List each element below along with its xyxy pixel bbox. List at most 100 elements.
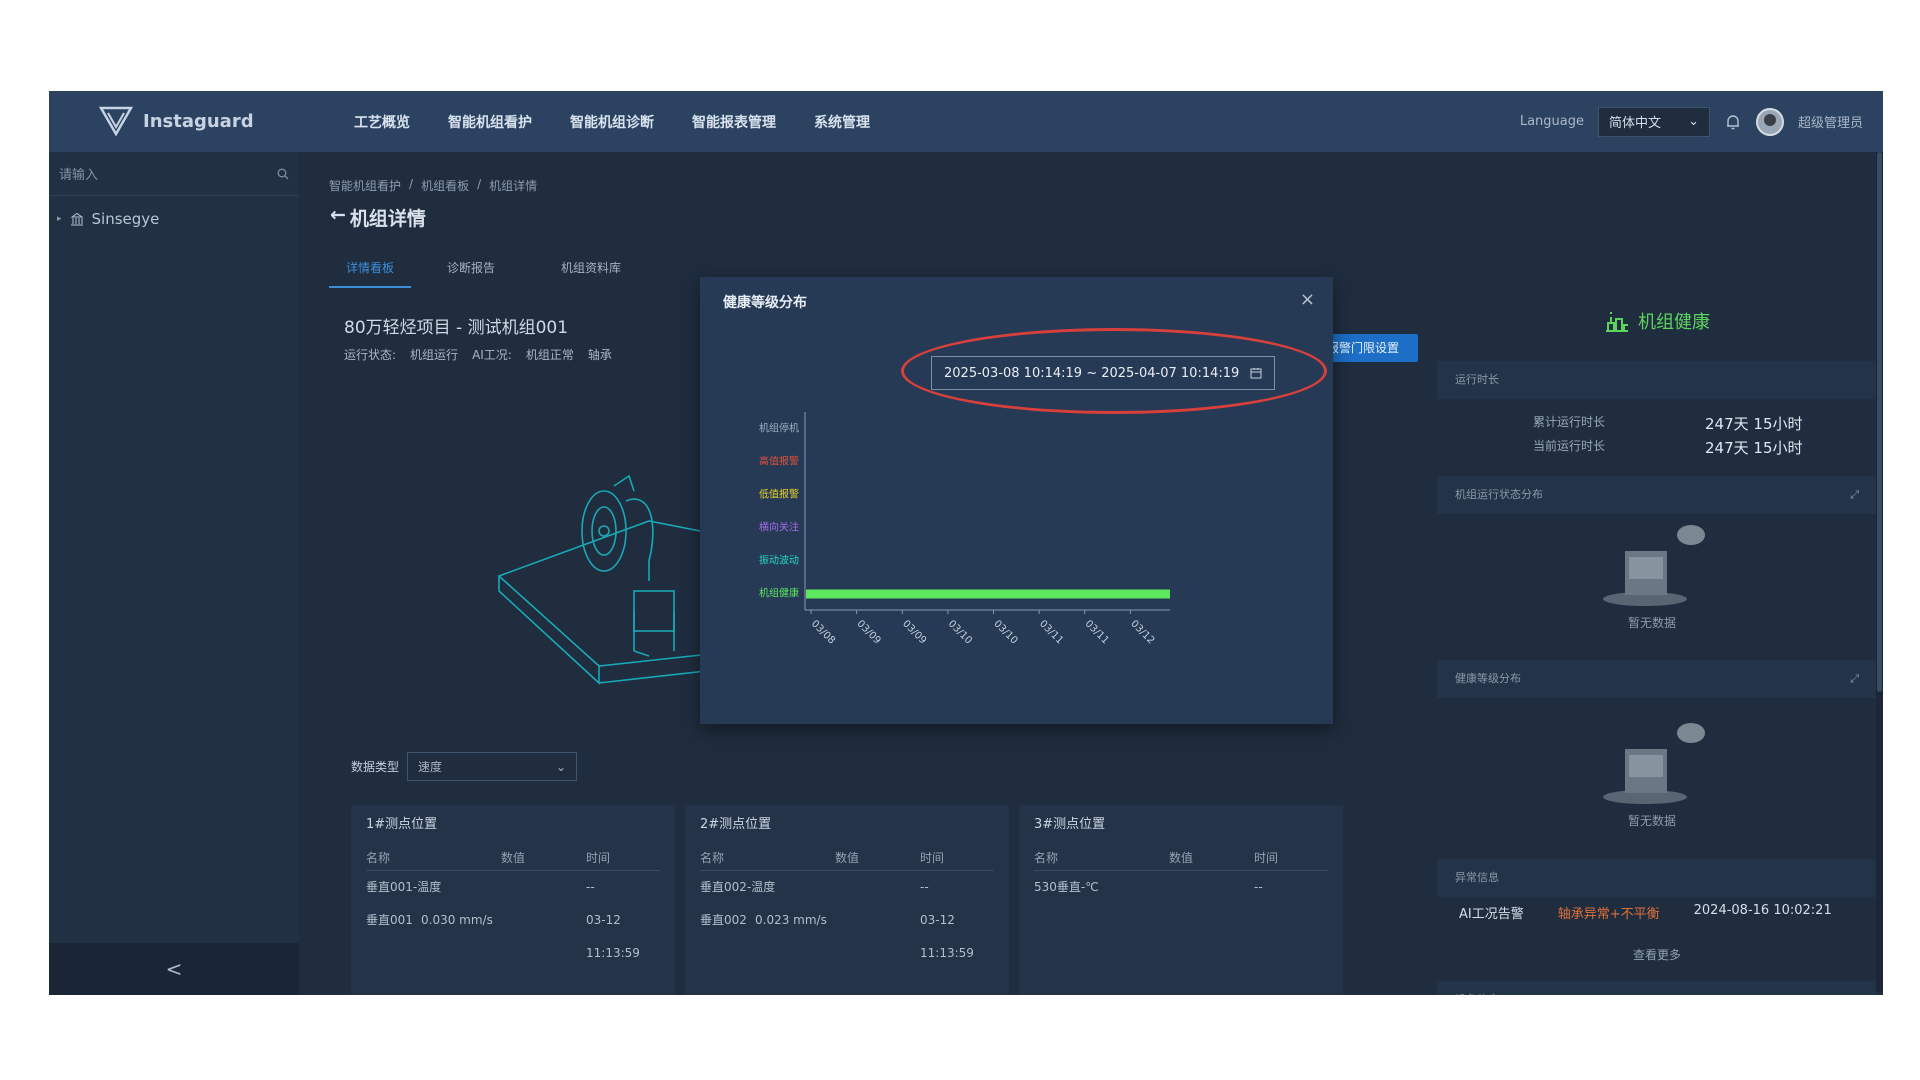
bell-icon[interactable] <box>1724 113 1742 131</box>
view-more-link[interactable]: 查看更多 <box>1437 946 1877 963</box>
measure-point-card: 2#测点位置 名称 数值 时间 垂直002-温度 -- 垂直002 0.023 … <box>685 805 1009 995</box>
cell-time: -- <box>586 880 595 894</box>
anomaly-row[interactable]: AI工况告警 轴承异常+不平衡 2024-08-16 10:02:21 <box>1459 903 1832 922</box>
cell-time: -- <box>920 880 929 894</box>
expand-icon[interactable]: ⤢ <box>1850 660 1859 698</box>
cell-name: 垂直001-温度 <box>366 880 442 894</box>
back-arrow-icon[interactable]: ← <box>330 204 346 231</box>
section-state-distribution: 机组运行状态分布 ⤢ <box>1437 476 1877 514</box>
nav-item-unit-care[interactable]: 智能机组看护 <box>448 112 532 132</box>
column-header-name: 名称 <box>366 851 391 865</box>
measure-point-cards: 1#测点位置 名称 数值 时间 垂直001-温度 -- 垂直001 0.030 … <box>351 805 1343 995</box>
column-header-time: 时间 <box>586 851 611 865</box>
language-value: 简体中文 <box>1608 116 1661 131</box>
table-header: 名称 数值 时间 <box>1034 845 1328 871</box>
anomaly-time: 2024-08-16 10:02:21 <box>1693 903 1832 918</box>
current-runtime: 当前运行时长 247天 15小时 <box>1533 437 1803 458</box>
section-health-distribution-label: 健康等级分布 <box>1455 672 1521 685</box>
close-icon[interactable]: × <box>1300 289 1315 310</box>
unit-health-panel: 机组健康 运行时长 累计运行时长 247天 15小时 当前运行时长 247天 1… <box>1437 291 1877 995</box>
cumulative-runtime: 累计运行时长 247天 15小时 <box>1533 413 1803 434</box>
scrollbar-thumb[interactable] <box>1877 152 1882 692</box>
nav-item-process-overview[interactable]: 工艺概览 <box>354 112 410 132</box>
cell-name: 530垂直-℃ <box>1034 880 1099 894</box>
column-header-time: 时间 <box>1254 851 1279 865</box>
current-runtime-label: 当前运行时长 <box>1533 439 1606 453</box>
nav-item-unit-diagnosis[interactable]: 智能机组诊断 <box>570 112 654 132</box>
chevron-down-icon: ⌄ <box>555 759 567 774</box>
health-panel-title: 机组健康 <box>1437 291 1877 351</box>
expand-icon[interactable]: ⤢ <box>1850 476 1859 514</box>
app-window: Instaguard 工艺概览 智能机组看护 智能机组诊断 智能报表管理 系统管… <box>49 91 1883 995</box>
table-row: 垂直002 0.023 mm/s 03-12 11:13:59 <box>700 904 994 960</box>
x-tick-label: 03/10 <box>991 618 1019 646</box>
ai-status-value: 机组正常 <box>525 348 574 362</box>
cell-value <box>501 871 586 904</box>
data-type-control: 数据类型 速度 ⌄ <box>351 752 578 781</box>
table-row: 垂直002-温度 -- <box>700 871 994 904</box>
cell-time: -- <box>1254 880 1263 894</box>
modal-title: 健康等级分布 <box>723 295 807 311</box>
project-name: 80万轻烃项目 - 测试机组001 <box>344 318 569 338</box>
column-header-time: 时间 <box>920 851 945 865</box>
y-tick-label: 低值报警 <box>759 488 799 501</box>
empty-box-icon <box>1603 723 1705 804</box>
ai-status-label: AI工况: <box>472 348 512 362</box>
x-tick-label: 03/12 <box>1128 618 1156 646</box>
measure-point-title: 2#测点位置 <box>700 817 772 832</box>
x-tick-label: 03/09 <box>855 618 883 646</box>
sidebar-collapse-button[interactable]: < <box>49 943 299 995</box>
cell-value: 0.023 mm/s <box>755 913 827 927</box>
breadcrumb-unit-board[interactable]: 机组看板 <box>421 177 469 194</box>
search-icon[interactable] <box>277 168 289 180</box>
page-scrollbar[interactable] <box>1876 152 1883 992</box>
sidebar-search[interactable]: 请输入 <box>49 152 299 196</box>
x-tick-label: 03/09 <box>900 618 928 646</box>
column-header-name: 名称 <box>700 851 725 865</box>
y-tick-label: 振动波动 <box>759 554 799 567</box>
tab-unit-library[interactable]: 机组资料库 <box>531 256 651 288</box>
breadcrumb-separator: / <box>409 177 414 191</box>
x-tick-label: 03/11 <box>1037 618 1065 646</box>
data-type-select[interactable]: 速度 ⌄ <box>407 752 578 781</box>
table-header: 名称 数值 时间 <box>700 845 994 871</box>
nav-item-report-management[interactable]: 智能报表管理 <box>692 112 776 132</box>
language-select[interactable]: 简体中文 ⌄ <box>1597 106 1710 137</box>
cell-name: 垂直002-温度 <box>700 880 776 894</box>
cell-value <box>1169 871 1254 904</box>
machine-health-icon <box>1606 312 1628 332</box>
bearing-label: 轴承 <box>587 348 612 362</box>
health-level-chart: 机组停机高值报警低值报警横向关注振动波动机组健康 03/08 03/09 03/09 0… <box>759 412 1170 647</box>
sidebar: 请输入 ▸ Sinsegye < <box>49 152 299 995</box>
column-header-value: 数值 <box>1169 851 1194 865</box>
table-header: 名称 数值 时间 <box>366 845 660 871</box>
tab-diagnosis-report[interactable]: 诊断报告 <box>411 256 531 288</box>
tree-item-root[interactable]: ▸ Sinsegye <box>57 210 159 228</box>
page-title: ← 机组详情 <box>330 204 426 231</box>
health-bar <box>806 589 1170 599</box>
tab-detail-board[interactable]: 详情看板 <box>329 256 411 288</box>
search-input[interactable]: 请输入 <box>59 164 98 183</box>
x-tick-label: 03/08 <box>809 618 837 646</box>
caret-right-icon[interactable]: ▸ <box>57 214 62 224</box>
language-label: Language <box>1519 114 1584 129</box>
anomaly-desc: 轴承异常+不平衡 <box>1557 907 1660 922</box>
current-runtime-value: 247天 15小时 <box>1705 439 1803 457</box>
main-nav: 工艺概览 智能机组看护 智能机组诊断 智能报表管理 系统管理 <box>354 91 870 152</box>
breadcrumb-unit-detail: 机组详情 <box>489 179 538 193</box>
x-tick-label: 03/10 <box>946 618 974 646</box>
user-name[interactable]: 超级管理员 <box>1798 112 1863 131</box>
instaguard-logo-icon <box>99 106 133 137</box>
y-tick-label: 横向关注 <box>759 521 799 534</box>
breadcrumb-unit-care[interactable]: 智能机组看护 <box>329 177 401 194</box>
data-type-label: 数据类型 <box>351 760 400 774</box>
nav-item-system-management[interactable]: 系统管理 <box>814 112 870 132</box>
measure-point-title: 1#测点位置 <box>366 817 438 832</box>
column-header-value: 数值 <box>501 851 526 865</box>
run-status-label: 运行状态: <box>344 348 397 362</box>
brand-logo[interactable]: Instaguard <box>99 105 254 137</box>
section-health-distribution: 健康等级分布 ⤢ <box>1437 660 1877 698</box>
empty-state: 暂无数据 <box>1597 719 1707 829</box>
cell-time: 03-12 11:13:59 <box>920 913 974 960</box>
avatar[interactable] <box>1755 107 1784 136</box>
